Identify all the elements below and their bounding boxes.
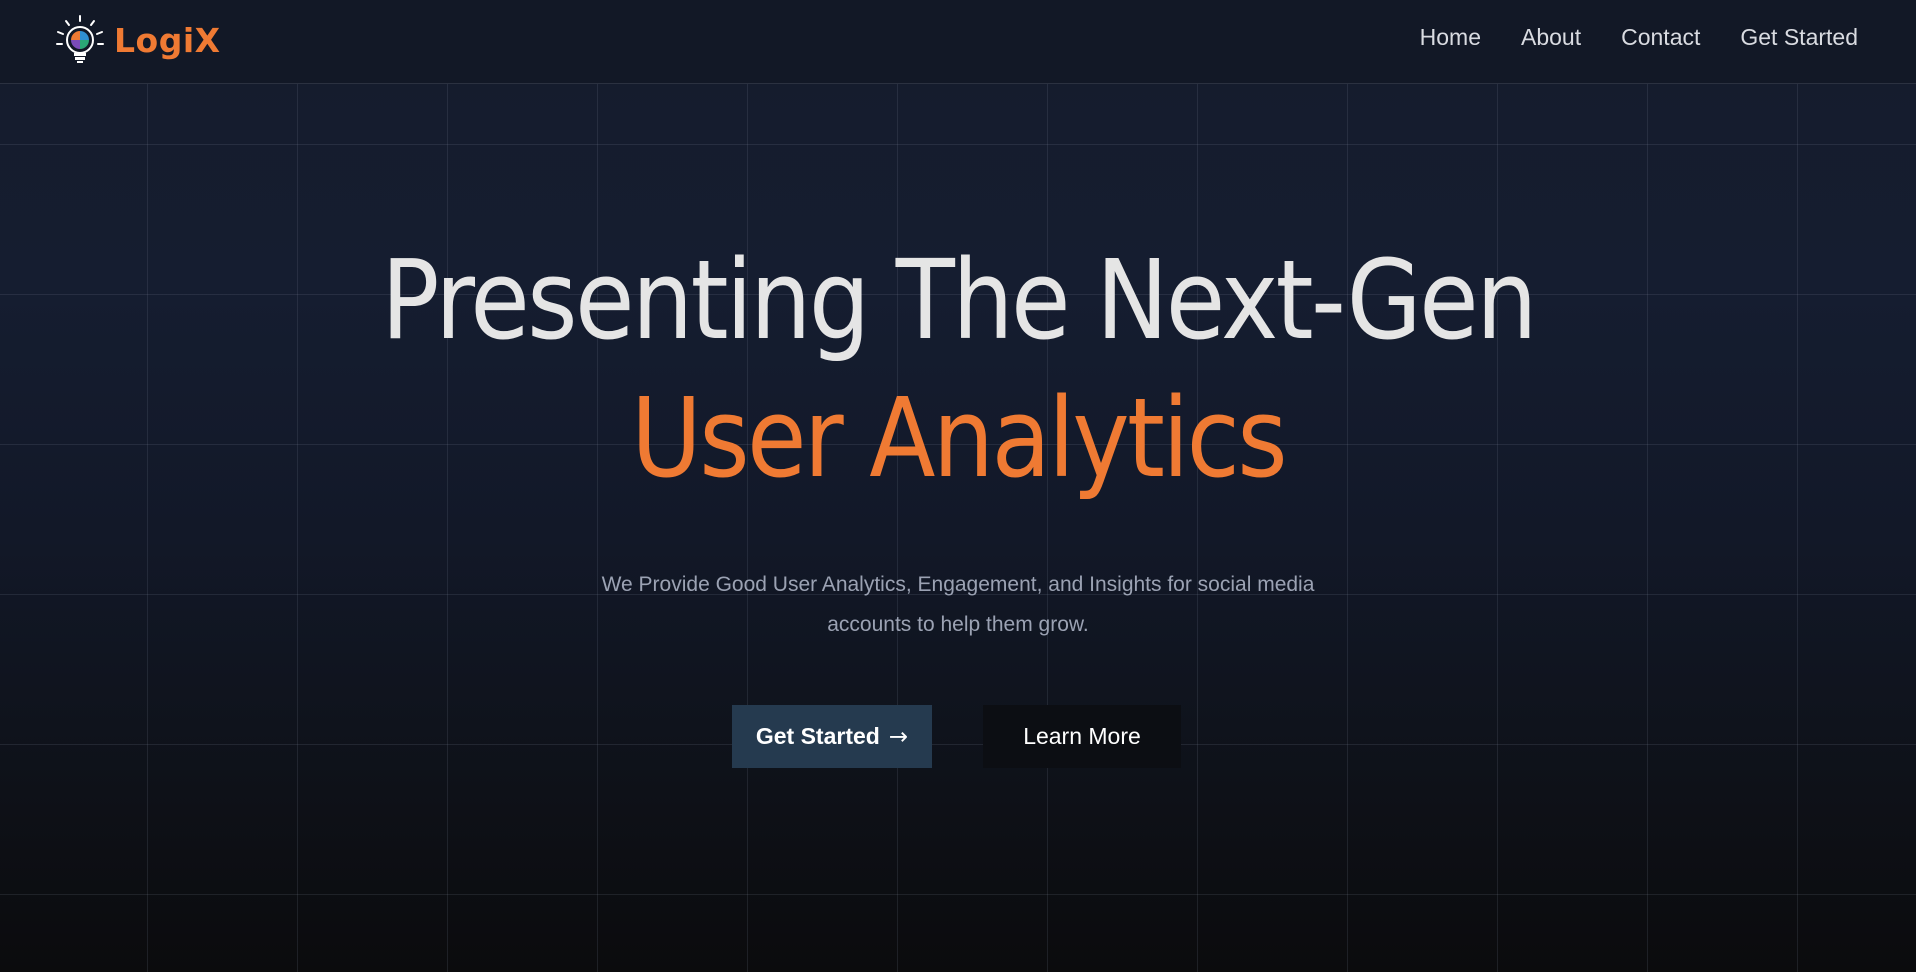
navbar: LogiX Home About Contact Get Started (0, 0, 1916, 84)
hero-title-line2: User Analytics (630, 374, 1288, 502)
nav-about-link[interactable]: About (1521, 24, 1581, 51)
arrow-right-icon: → (888, 723, 909, 750)
main-nav: Home About Contact Get Started (1420, 24, 1858, 51)
background-grid (0, 84, 1916, 972)
hero-title-line1: Presenting The Next-Gen (381, 236, 1537, 364)
nav-contact-link[interactable]: Contact (1621, 24, 1700, 51)
learn-more-button[interactable]: Learn More (983, 705, 1181, 768)
nav-home-link[interactable]: Home (1420, 24, 1481, 51)
get-started-button[interactable]: Get Started → (732, 705, 932, 768)
lightbulb-puzzle-icon (56, 15, 104, 63)
brand-name: LogiX (114, 20, 221, 60)
hero-subtitle: We Provide Good User Analytics, Engageme… (601, 573, 1315, 636)
learn-more-label: Learn More (1023, 723, 1141, 749)
brand-logo[interactable]: LogiX (54, 13, 221, 67)
nav-get-started-link[interactable]: Get Started (1740, 24, 1858, 51)
get-started-label: Get Started (755, 723, 880, 749)
